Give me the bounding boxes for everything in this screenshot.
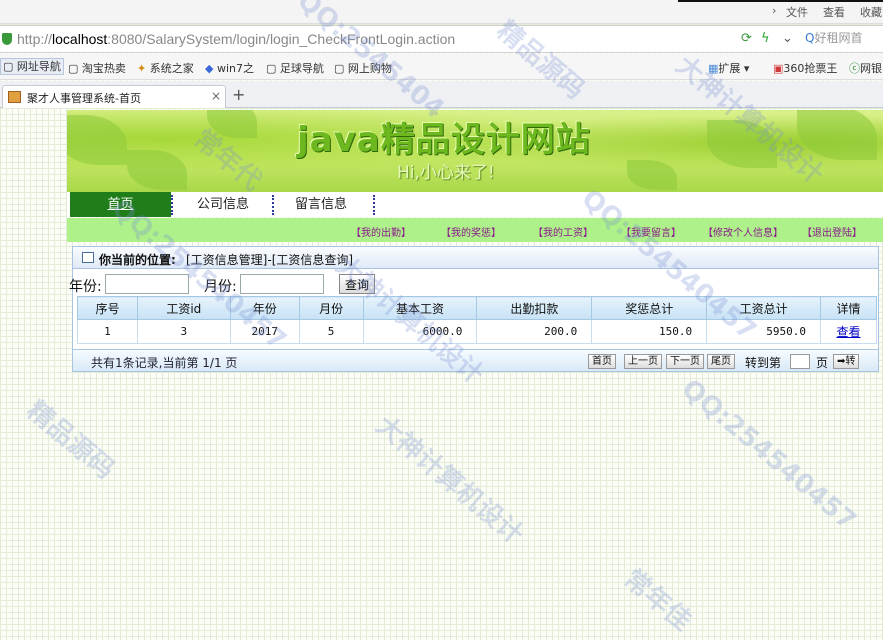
goto-page-input[interactable]: [790, 354, 810, 369]
col-header: 工资id: [136, 296, 231, 320]
lightning-icon[interactable]: ϟ: [761, 31, 770, 46]
chevron-down-icon[interactable]: ⌄: [782, 31, 793, 46]
bookmark-item[interactable]: ▢ 网上购物: [334, 60, 392, 76]
month-label: 月份:: [204, 279, 237, 295]
view-detail-link[interactable]: 查看: [837, 325, 861, 339]
nav-item-company[interactable]: 公司信息: [173, 192, 273, 217]
watermark-text: 精品源码: [20, 395, 120, 486]
bookmark-item[interactable]: ◆ win7之: [205, 60, 254, 76]
cell-index: 1: [77, 319, 138, 344]
browser-top-strip: › 文件 查看 收藏: [0, 0, 883, 24]
subnav-logout[interactable]: 【退出登陆】: [802, 224, 862, 239]
col-header: 基本工资: [362, 296, 478, 320]
close-icon[interactable]: ×: [211, 89, 221, 103]
col-header: 奖惩总计: [591, 296, 708, 320]
cell-reward-total: 150.0: [591, 319, 708, 344]
window-icon: [82, 252, 94, 263]
chevron-right-icon[interactable]: ›: [772, 4, 776, 17]
refresh-icon[interactable]: ⟳: [741, 31, 752, 46]
favicon-icon: [8, 91, 21, 103]
col-header: 出勤扣款: [476, 296, 593, 320]
month-input[interactable]: [240, 274, 324, 294]
tab-strip: 聚才人事管理系统-首页 × +: [0, 81, 883, 108]
extensions-button[interactable]: ▦扩展 ▾: [708, 60, 749, 76]
table-row: 1 3 2017 5 6000.0 200.0 150.0 5950.0 查看: [77, 319, 877, 344]
goto-label: 转到第: [745, 356, 782, 370]
next-page-button[interactable]: 下一页: [666, 354, 704, 369]
subnav-leave-message[interactable]: 【我要留言】: [621, 224, 681, 239]
banner-subtitle: Hi,小心来了!: [397, 163, 495, 183]
watermark-text: 常年佳: [617, 563, 697, 637]
bookmark-item[interactable]: ▢ 足球导航: [266, 60, 324, 76]
record-info: 共有1条记录,当前第 1/1 页: [91, 356, 238, 370]
col-header: 序号: [77, 296, 138, 320]
breadcrumb: 你当前的位置: [工资信息管理]-[工资信息查询]: [73, 247, 878, 269]
cell-salary-id: 3: [136, 319, 231, 344]
bookmark-item[interactable]: ▢ 网址导航: [0, 58, 64, 75]
window-edge: [678, 0, 883, 2]
shield-icon: [2, 33, 12, 45]
year-input[interactable]: [105, 274, 189, 294]
cell-salary-total: 5950.0: [706, 319, 822, 344]
last-page-button[interactable]: 尾页: [707, 354, 735, 369]
new-tab-button[interactable]: +: [232, 85, 245, 104]
url-text[interactable]: http://localhost:8080/SalarySystem/login…: [17, 31, 455, 47]
bookmark-item[interactable]: ✦ 系统之家: [137, 60, 194, 76]
main-nav: 首页 公司信息 留言信息: [67, 192, 883, 217]
tab-title: 聚才人事管理系统-首页: [27, 92, 141, 105]
address-bar[interactable]: http://localhost:8080/SalarySystem/login…: [0, 25, 883, 53]
col-header: 详情: [820, 296, 877, 320]
year-label: 年份:: [69, 279, 102, 295]
cell-detail: 查看: [820, 319, 877, 344]
subnav-attendance[interactable]: 【我的出勤】: [351, 224, 411, 239]
menu-file[interactable]: 文件: [786, 4, 808, 20]
salary-table: 序号 工资id 年份 月份 基本工资 出勤扣款 奖惩总计 工资总计 详情 1 3…: [77, 296, 877, 344]
table-header-row: 序号 工资id 年份 月份 基本工资 出勤扣款 奖惩总计 工资总计 详情: [77, 296, 877, 320]
pager: 共有1条记录,当前第 1/1 页 首页 上一页 下一页 尾页 转到第 页 ➡转: [73, 349, 878, 371]
cell-month: 5: [298, 319, 364, 344]
go-button[interactable]: ➡转: [833, 354, 860, 369]
sub-nav: 【我的出勤】 【我的奖惩】 【我的工资】 【我要留言】 【修改个人信息】 【退出…: [67, 218, 883, 242]
nav-item-messages[interactable]: 留言信息: [273, 192, 369, 217]
nav-item-home[interactable]: 首页: [70, 192, 171, 217]
first-page-button[interactable]: 首页: [588, 354, 616, 369]
cell-attendance-deduction: 200.0: [476, 319, 593, 344]
col-header: 月份: [298, 296, 364, 320]
menu-view[interactable]: 查看: [823, 4, 845, 20]
search-box[interactable]: Q好租网首: [805, 29, 883, 49]
banner-title: java精品设计网站: [297, 120, 591, 160]
col-header: 工资总计: [706, 296, 822, 320]
query-button[interactable]: 查询: [339, 274, 375, 294]
watermark-text: 大神计算机设计: [370, 410, 529, 551]
breadcrumb-label: 你当前的位置:: [99, 253, 176, 267]
prev-page-button[interactable]: 上一页: [624, 354, 662, 369]
browser-tab[interactable]: 聚才人事管理系统-首页 ×: [2, 85, 226, 108]
watermark-text: QQ:254540457: [675, 373, 862, 537]
subnav-edit-profile[interactable]: 【修改个人信息】: [703, 224, 783, 239]
bookmark-item[interactable]: ▢ 淘宝热卖: [68, 60, 126, 76]
ticket-app-button[interactable]: ▣360抢票王: [773, 60, 837, 76]
subnav-salary[interactable]: 【我的工资】: [533, 224, 593, 239]
cell-year: 2017: [229, 319, 300, 344]
bookmarks-bar: ▢ 网址导航 ▢ 淘宝热卖 ✦ 系统之家 ◆ win7之 ▢ 足球导航 ▢ 网上…: [0, 54, 883, 80]
breadcrumb-value: [工资信息管理]-[工资信息查询]: [186, 253, 354, 267]
subnav-rewards[interactable]: 【我的奖惩】: [441, 224, 501, 239]
col-header: 年份: [229, 296, 300, 320]
page-unit: 页: [816, 356, 829, 370]
site-banner: java精品设计网站 Hi,小心来了!: [67, 110, 883, 192]
menu-favorites[interactable]: 收藏: [860, 4, 882, 20]
bank-button[interactable]: ⓒ网银: [849, 60, 882, 76]
cell-base-salary: 6000.0: [362, 319, 478, 344]
filter-form: 年份: 月份: 查询: [67, 273, 883, 295]
